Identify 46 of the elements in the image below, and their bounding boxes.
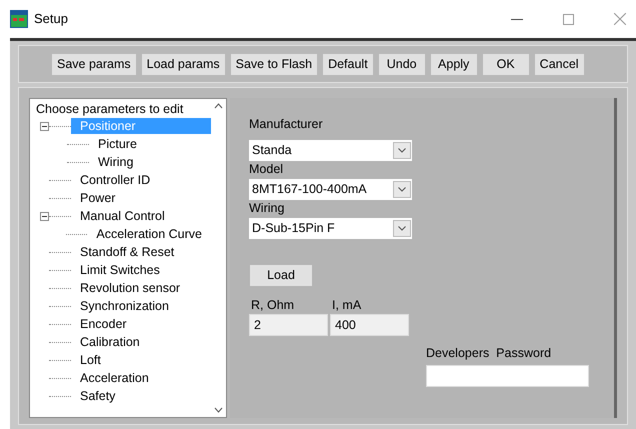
toolbar-button[interactable]: OK bbox=[482, 54, 529, 74]
toolbar-button[interactable]: Save to Flash bbox=[230, 54, 318, 74]
tree-item[interactable]: Power bbox=[71, 190, 124, 206]
field-label: Model bbox=[249, 161, 284, 177]
collapse-icon[interactable] bbox=[40, 212, 49, 220]
tree-item[interactable]: Revolution sensor bbox=[71, 280, 190, 296]
tree-item[interactable]: Acceleration Curve bbox=[87, 226, 211, 242]
load-button[interactable]: Load bbox=[250, 265, 312, 286]
tree-header: Choose parameters to edit bbox=[36, 101, 184, 117]
toolbar-button[interactable]: Default bbox=[323, 54, 373, 74]
field-label: Developers Password bbox=[426, 345, 552, 362]
window-title: Setup bbox=[34, 10, 68, 28]
minimize-icon[interactable] bbox=[511, 18, 523, 20]
toolbar-button[interactable]: Save params bbox=[52, 54, 136, 74]
maximize-icon[interactable] bbox=[563, 14, 574, 24]
close-icon[interactable] bbox=[614, 13, 626, 25]
tree-item[interactable]: Calibration bbox=[71, 334, 149, 350]
field-label: Wiring bbox=[249, 200, 286, 216]
scroll-up-icon[interactable] bbox=[214, 103, 223, 109]
scroll-down-icon[interactable] bbox=[214, 407, 223, 413]
field-label: R, Ohm bbox=[250, 297, 296, 314]
collapse-icon[interactable] bbox=[40, 122, 49, 130]
tree-item[interactable]: Controller ID bbox=[71, 172, 160, 188]
tree-item[interactable]: Manual Control bbox=[71, 208, 174, 224]
tree-item[interactable]: Picture bbox=[89, 136, 146, 152]
tree-item[interactable]: Standoff & Reset bbox=[71, 244, 184, 260]
tree-item[interactable]: Loft bbox=[71, 352, 110, 368]
dropdown[interactable]: D-Sub-15Pin F bbox=[249, 218, 412, 239]
tree-item[interactable]: Acceleration bbox=[71, 370, 158, 386]
tree-item[interactable]: Encoder bbox=[71, 316, 136, 332]
tree-item[interactable]: Wiring bbox=[89, 154, 142, 170]
toolbar-button[interactable]: Cancel bbox=[534, 54, 584, 74]
tree-item[interactable]: Synchronization bbox=[71, 298, 178, 314]
field-label: Manufacturer bbox=[249, 116, 324, 132]
dropdown[interactable]: Standa bbox=[249, 140, 412, 161]
tree-item[interactable]: Safety bbox=[71, 388, 124, 404]
password-field[interactable] bbox=[426, 365, 589, 387]
toolbar-button[interactable]: Apply bbox=[430, 54, 477, 74]
app-icon bbox=[10, 10, 28, 28]
input-field[interactable]: 400 bbox=[330, 314, 409, 336]
input-field[interactable]: 2 bbox=[249, 314, 328, 336]
field-label: I, mA bbox=[331, 297, 362, 314]
tree-item[interactable]: Limit Switches bbox=[71, 262, 169, 278]
toolbar-button[interactable]: Undo bbox=[378, 54, 425, 74]
dropdown[interactable]: 8MT167-100-400mA bbox=[249, 179, 412, 200]
toolbar-button[interactable]: Load params bbox=[142, 54, 225, 74]
